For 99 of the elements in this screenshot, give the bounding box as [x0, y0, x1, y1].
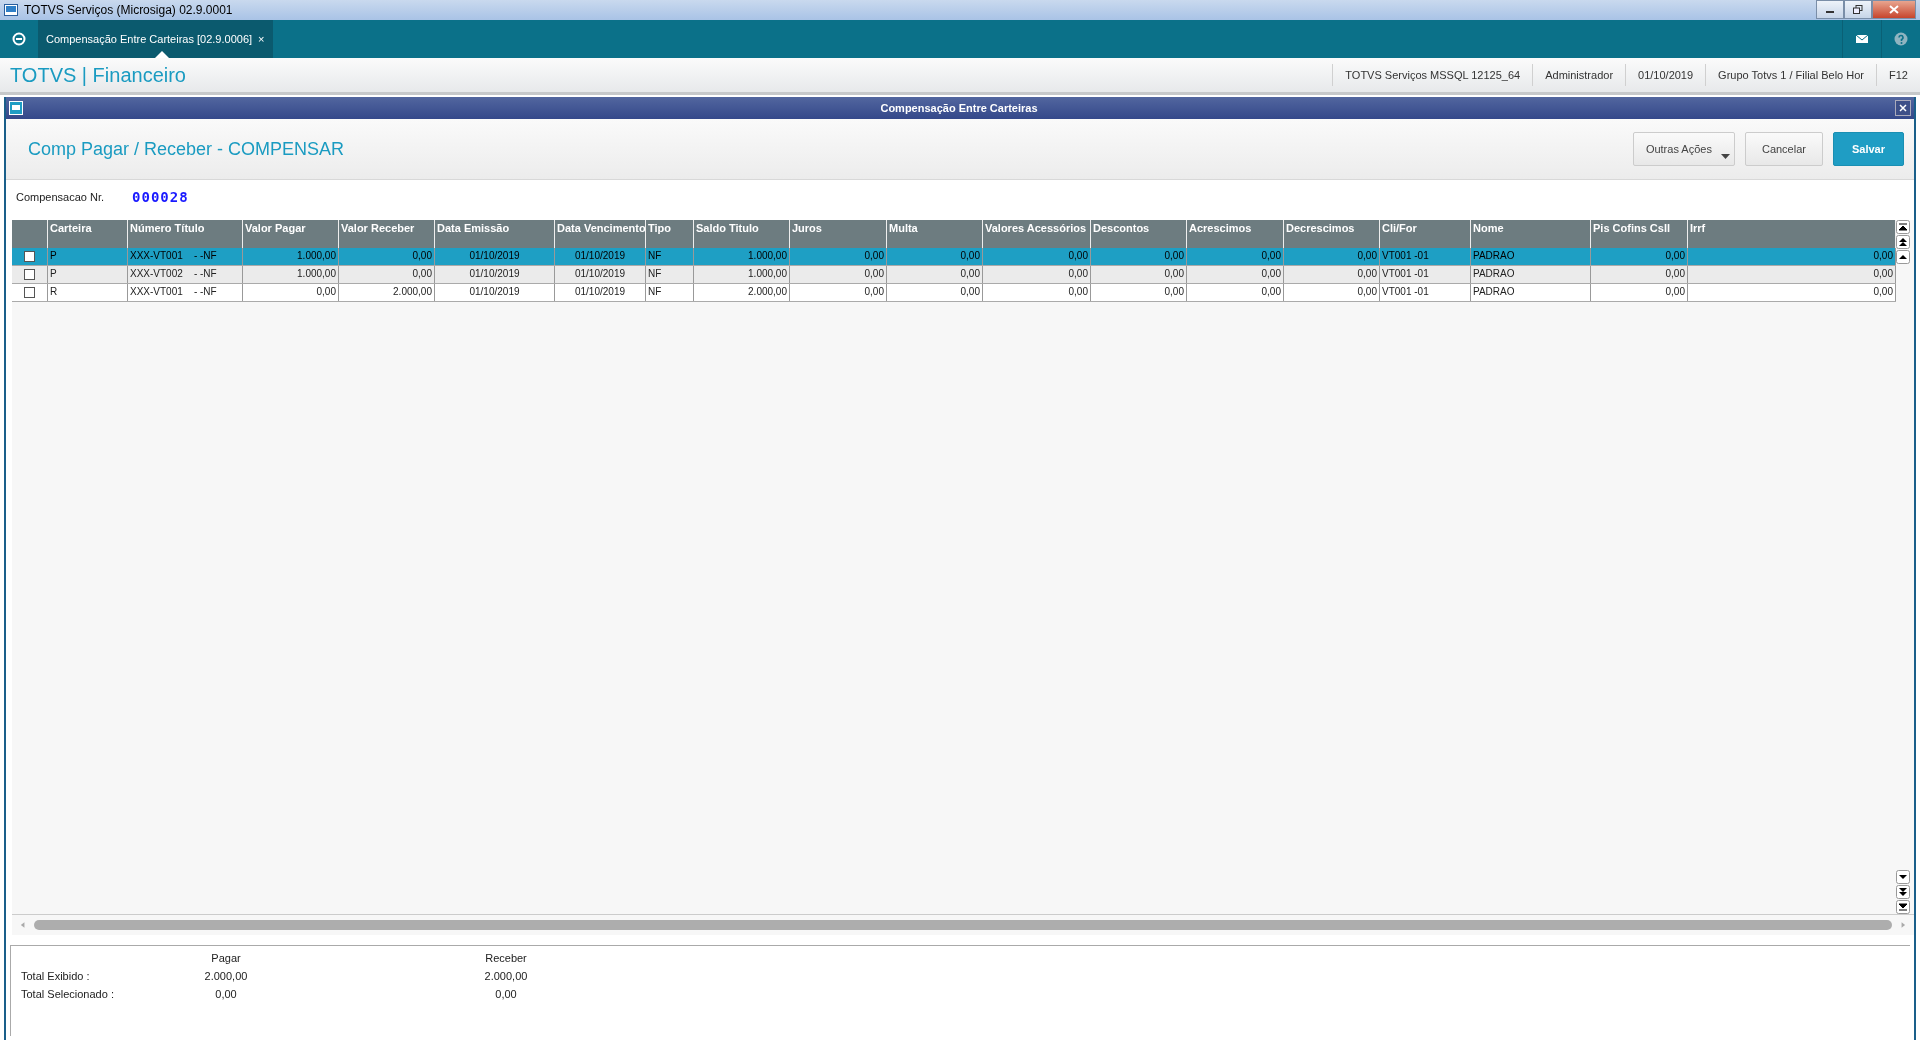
table-cell: PADRAO — [1471, 284, 1591, 301]
table-cell: 0,00 — [790, 266, 887, 283]
table-cell: 0,00 — [887, 248, 983, 265]
minimize-button[interactable] — [1816, 0, 1844, 19]
window-title: TOTVS Serviços (Microsiga) 02.9.0001 — [24, 3, 234, 17]
totals-header: Receber — [484, 952, 528, 966]
mail-icon[interactable] — [1855, 32, 1869, 46]
table-cell: 0,00 — [983, 284, 1091, 301]
table-row[interactable]: P XXX-VT002 - -NF 1.000,00 0,00 01/10/2019 01/10/2019 NF 1.000,00 0,00 0,00 0,00 0,00 0,00 0,00 VT001 -01 PADRAO 0,00 0,00 — [12, 266, 1896, 284]
table-cell: 0,00 — [1091, 284, 1187, 301]
table-cell: 01/10/2019 — [555, 284, 646, 301]
table-cell: R — [48, 284, 128, 301]
table-cell: 0,00 — [887, 266, 983, 283]
status-item: TOTVS Serviços MSSQL 12125_64 — [1332, 64, 1533, 86]
close-icon — [1899, 104, 1907, 112]
table-cell: NF — [646, 266, 694, 283]
table-cell: 0,00 — [1187, 284, 1284, 301]
app-brand: TOTVS | Financeiro — [9, 63, 187, 87]
table-cell: 2.000,00 — [339, 284, 435, 301]
table-cell: 0,00 — [1591, 266, 1688, 283]
status-item: 01/10/2019 — [1625, 64, 1706, 86]
table-cell: 0,00 — [1187, 248, 1284, 265]
table-cell: 1.000,00 — [243, 266, 339, 283]
table-cell: 2.000,00 — [694, 284, 790, 301]
table-cell: NF — [646, 284, 694, 301]
scroll-top-icon[interactable] — [1896, 220, 1910, 234]
save-button[interactable]: Salvar — [1832, 132, 1904, 166]
close-icon — [1889, 5, 1899, 14]
table-cell: 0,00 — [1091, 266, 1187, 283]
more-actions-button[interactable]: Outras Ações — [1632, 132, 1735, 166]
totals-value: 2.000,00 — [203, 970, 249, 984]
table-cell: VT001 -01 — [1380, 248, 1471, 265]
table-cell: XXX-VT002 - -NF — [128, 266, 243, 283]
scroll-down-icon[interactable] — [1896, 870, 1910, 884]
table-cell: 01/10/2019 — [435, 248, 555, 265]
table-cell: PADRAO — [1471, 266, 1591, 283]
table-cell: 0,00 — [1187, 266, 1284, 283]
field-label: Compensacao Nr. — [16, 191, 105, 203]
checkbox[interactable] — [24, 287, 35, 298]
dialog-title: Compensação Entre Carteiras — [879, 102, 1039, 114]
table-cell: 0,00 — [1591, 248, 1688, 265]
table-cell: XXX-VT001 - -NF — [128, 284, 243, 301]
scroll-up-icon[interactable] — [1896, 250, 1910, 264]
table-cell: 1.000,00 — [694, 266, 790, 283]
table-cell: 01/10/2019 — [555, 266, 646, 283]
dialog-icon — [9, 101, 23, 115]
table-cell: 0,00 — [1284, 284, 1380, 301]
totals-value: 0,00 — [214, 988, 238, 1002]
table-cell: XXX-VT001 - -NF — [128, 248, 243, 265]
restore-button[interactable] — [1844, 0, 1872, 19]
page-down-icon[interactable] — [1896, 885, 1910, 899]
cancel-button[interactable]: Cancelar — [1744, 132, 1823, 166]
totals-value: 0,00 — [494, 988, 518, 1002]
field-value: 000028 — [132, 189, 189, 205]
app-icon — [4, 4, 18, 16]
caret-icon — [1720, 154, 1730, 159]
table-cell: 1.000,00 — [694, 248, 790, 265]
table-cell: 01/10/2019 — [435, 266, 555, 283]
status-item: Grupo Totvs 1 / Filial Belo Hor — [1705, 64, 1877, 86]
table-cell: 0,00 — [1591, 284, 1688, 301]
scrollbar-thumb[interactable] — [34, 920, 1892, 930]
table-cell: 0,00 — [887, 284, 983, 301]
table-cell: 01/10/2019 — [555, 248, 646, 265]
tab[interactable]: Compensação Entre Carteiras [02.9.0006] × — [38, 20, 273, 58]
close-button[interactable] — [1895, 100, 1911, 116]
status-item: Administrador — [1532, 64, 1626, 86]
table-cell: 0,00 — [983, 248, 1091, 265]
table-cell: VT001 -01 — [1380, 266, 1471, 283]
totals-label: Total Selecionado : — [21, 988, 115, 1002]
totals-header: Pagar — [210, 952, 242, 966]
form-title: Comp Pagar / Receber - COMPENSAR — [28, 138, 346, 160]
table-cell: 0,00 — [1284, 266, 1380, 283]
page-up-icon[interactable] — [1896, 235, 1910, 249]
table-cell: 0,00 — [790, 284, 887, 301]
table-cell: 01/10/2019 — [435, 284, 555, 301]
table-cell: P — [48, 266, 128, 283]
table-cell: VT001 -01 — [1380, 284, 1471, 301]
table-cell: NF — [646, 248, 694, 265]
restore-icon — [1853, 5, 1863, 14]
table-cell: P — [48, 248, 128, 265]
table-row[interactable]: P XXX-VT001 - -NF 1.000,00 0,00 01/10/2019 01/10/2019 NF 1.000,00 0,00 0,00 0,00 0,00 0,00 0,00 VT001 -01 PADRAO 0,00 0,00 — [12, 248, 1896, 266]
table-cell: PADRAO — [1471, 248, 1591, 265]
table-cell: 0,00 — [1284, 248, 1380, 265]
totals-value: 2.000,00 — [483, 970, 529, 984]
table-row[interactable]: R XXX-VT001 - -NF 0,00 2.000,00 01/10/2019 01/10/2019 NF 2.000,00 0,00 0,00 0,00 0,00 0,00 0,00 VT001 -01 PADRAO 0,00 0,00 — [12, 284, 1896, 302]
table-cell: 0,00 — [790, 248, 887, 265]
table-cell: 0,00 — [339, 248, 435, 265]
close-button[interactable] — [1872, 0, 1916, 19]
help-icon[interactable] — [1894, 32, 1908, 46]
checkbox[interactable] — [24, 269, 35, 280]
totals-label: Total Exibido : — [21, 970, 91, 984]
table-cell: 0,00 — [983, 266, 1091, 283]
checkbox[interactable] — [24, 251, 35, 262]
table-cell: 1.000,00 — [243, 248, 339, 265]
scroll-bottom-icon[interactable] — [1896, 900, 1910, 914]
table-cell: 0,00 — [1091, 248, 1187, 265]
table-cell: 0,00 — [243, 284, 339, 301]
status-item: F12 — [1876, 64, 1920, 86]
table-cell: 0,00 — [339, 266, 435, 283]
